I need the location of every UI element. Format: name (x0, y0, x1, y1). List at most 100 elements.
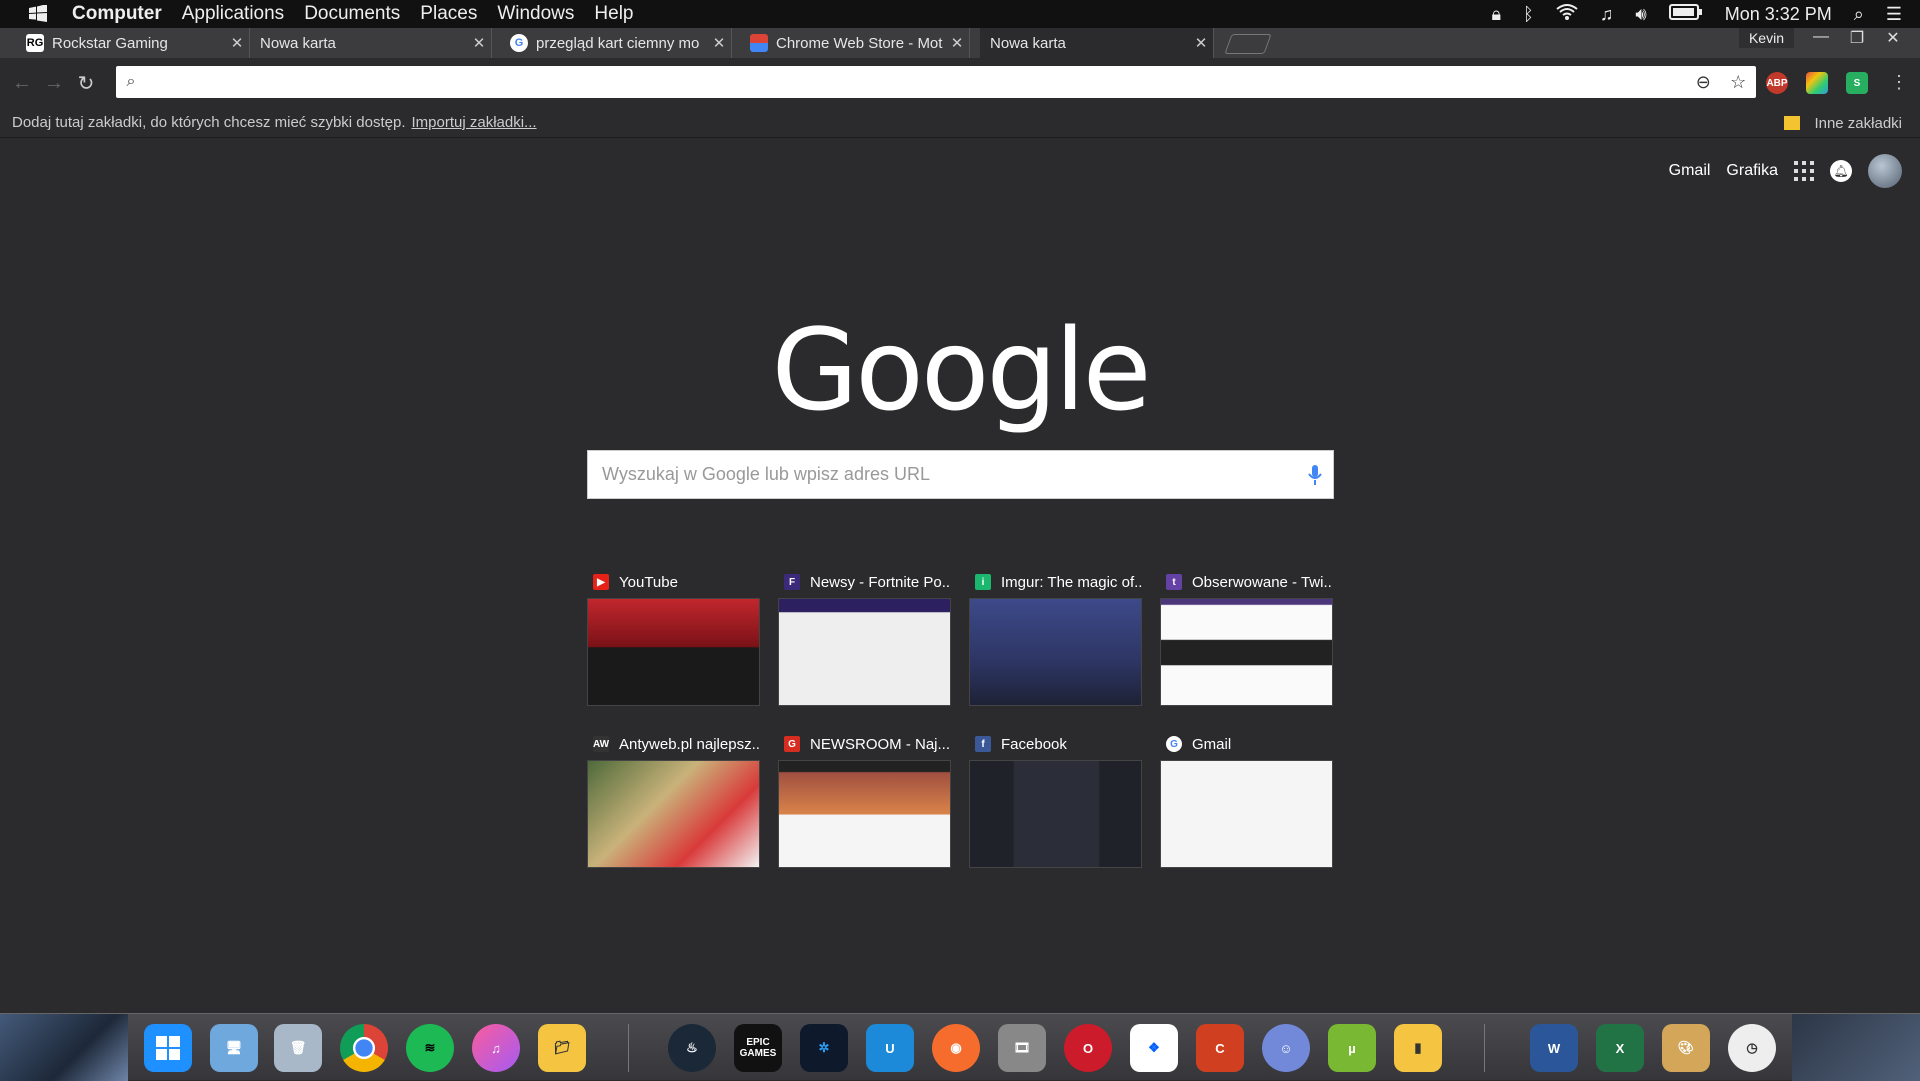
volume-icon[interactable]: 🔊︎ (1635, 4, 1646, 25)
reload-icon[interactable]: ↻ (70, 71, 102, 96)
forward-arrow-icon[interactable]: → (38, 72, 70, 95)
tab-rockstar-gaming[interactable]: RG Rockstar Gaming ✕ (16, 28, 250, 58)
new-tab-button[interactable] (1224, 34, 1272, 54)
tile-title: Newsy - Fortnite Po... (810, 573, 951, 591)
stylus-extension-icon[interactable]: S (1846, 72, 1868, 94)
paint-icon[interactable]: 🎨︎ (1662, 1024, 1710, 1072)
origin-icon[interactable]: ◉ (932, 1024, 980, 1072)
chrome-web-store-favicon-icon (750, 34, 768, 52)
ccleaner-icon[interactable]: C (1196, 1024, 1244, 1072)
tile-thumbnail (778, 760, 951, 868)
steam-icon[interactable]: ♨ (668, 1024, 716, 1072)
notifications-bell-icon[interactable]: 🔔︎ (1830, 160, 1852, 182)
most-visited-tile-antyweb[interactable]: AW Antyweb.pl najlepsz... (587, 728, 760, 868)
battle-net-icon[interactable]: ✲ (800, 1024, 848, 1072)
other-bookmarks-label: Inne zakładki (1814, 114, 1902, 132)
search-icon: ⌕ (126, 73, 136, 90)
folder-icon (1784, 116, 1801, 130)
wifi-icon[interactable] (1556, 3, 1578, 25)
address-input[interactable] (146, 68, 1686, 96)
dropbox-icon[interactable]: ❖ (1130, 1024, 1178, 1072)
opera-icon[interactable]: O (1064, 1024, 1112, 1072)
close-window-icon[interactable]: ✕ (1878, 28, 1908, 48)
epic-games-icon[interactable]: EPIC GAMES (734, 1024, 782, 1072)
music-icon[interactable]: ♫ (1600, 4, 1614, 25)
images-link[interactable]: Grafika (1726, 162, 1778, 180)
file-explorer-icon[interactable]: 📁︎ (538, 1024, 586, 1072)
spotlight-search-icon[interactable]: ⌕ (1854, 4, 1864, 25)
tile-title: Obserwowane - Twi... (1192, 573, 1333, 591)
tile-thumbnail (587, 760, 760, 868)
clock-app-icon[interactable]: ◷ (1728, 1024, 1776, 1072)
tab-google-search[interactable]: G przegląd kart ciemny mo ✕ (500, 28, 732, 58)
imgur-icon: i (975, 574, 991, 590)
most-visited-tile-gmail[interactable]: G Gmail (1160, 728, 1333, 868)
bookmark-star-icon[interactable]: ☆ (1730, 72, 1746, 93)
notification-list-icon[interactable]: ☰ (1886, 4, 1902, 25)
menu-windows[interactable]: Windows (497, 3, 574, 25)
chrome-menu-icon[interactable]: ⋮ (1890, 72, 1908, 93)
tab-close-icon[interactable]: ✕ (1189, 34, 1213, 52)
clock-text[interactable]: Mon 3:32 PM (1725, 4, 1832, 25)
bookmarks-hint: Dodaj tutaj zakładki, do których chcesz … (12, 114, 406, 131)
itunes-icon[interactable]: ♫ (472, 1024, 520, 1072)
spotify-icon[interactable]: ≋ (406, 1024, 454, 1072)
system-logo-icon[interactable] (18, 0, 58, 28)
back-arrow-icon[interactable]: ← (6, 72, 38, 95)
new-tab-page: Gmail Grafika 🔔︎ Google ▶ YouTube F Newsy … (0, 138, 1920, 1013)
most-visited-tile-fortnite[interactable]: F Newsy - Fortnite Po... (778, 566, 951, 706)
word-icon[interactable]: W (1530, 1024, 1578, 1072)
gmail-link[interactable]: Gmail (1669, 162, 1711, 180)
google-search-input[interactable] (588, 454, 1297, 495)
adblock-plus-icon[interactable]: ABP (1766, 72, 1788, 94)
system-menubar: Computer Applications Documents Places W… (0, 0, 1920, 28)
fortnite-icon: F (784, 574, 800, 590)
tab-new-tab[interactable]: Nowa karta ✕ (250, 28, 492, 58)
battery-icon[interactable] (1668, 3, 1703, 25)
zoom-icon[interactable]: ⊖ (1696, 72, 1711, 93)
tab-new-tab-active[interactable]: Nowa karta ✕ (980, 28, 1214, 58)
tile-title: Imgur: The magic of... (1001, 573, 1142, 591)
import-bookmarks-link[interactable]: Importuj zakładki... (412, 114, 537, 131)
account-avatar[interactable] (1868, 154, 1902, 188)
lock-icon[interactable]: 🔒︎ (1491, 4, 1501, 25)
excel-icon[interactable]: X (1596, 1024, 1644, 1072)
bookmarks-bar: Dodaj tutaj zakładki, do których chcesz … (0, 108, 1920, 138)
tab-close-icon[interactable]: ✕ (707, 34, 731, 52)
uplay-icon[interactable]: U (866, 1024, 914, 1072)
most-visited-tile-imgur[interactable]: i Imgur: The magic of... (969, 566, 1142, 706)
tab-close-icon[interactable]: ✕ (467, 34, 491, 52)
tab-close-icon[interactable]: ✕ (945, 34, 969, 52)
utorrent-icon[interactable]: µ (1328, 1024, 1376, 1072)
restore-window-icon[interactable]: ❐ (1842, 28, 1872, 48)
bluetooth-icon[interactable]: ᛒ (1523, 4, 1534, 25)
most-visited-tile-twitch[interactable]: t Obserwowane - Twi... (1160, 566, 1333, 706)
google-logo: Google (771, 306, 1152, 436)
menu-documents[interactable]: Documents (304, 3, 400, 25)
tab-close-icon[interactable]: ✕ (225, 34, 249, 52)
tile-title: NEWSROOM - Naj... (810, 735, 951, 753)
most-visited-tile-facebook[interactable]: f Facebook (969, 728, 1142, 868)
color-picker-extension-icon[interactable] (1806, 72, 1828, 94)
minimize-window-icon[interactable]: — (1806, 28, 1836, 48)
menu-places[interactable]: Places (420, 3, 477, 25)
browser-tab-strip: RG Rockstar Gaming ✕ Nowa karta ✕ G prze… (0, 28, 1920, 58)
most-visited-tile-youtube[interactable]: ▶ YouTube (587, 566, 760, 706)
sticky-notes-icon[interactable]: ▮ (1394, 1024, 1442, 1072)
microphone-icon[interactable] (1297, 464, 1333, 486)
profile-name-chip[interactable]: Kevin (1738, 28, 1794, 48)
google-apps-icon[interactable] (1794, 161, 1814, 181)
menu-computer[interactable]: Computer (72, 3, 162, 25)
most-visited-tile-newsroom[interactable]: G NEWSROOM - Naj... (778, 728, 951, 868)
discord-icon[interactable]: ☺ (1262, 1024, 1310, 1072)
computer-icon[interactable]: 🖥︎ (210, 1024, 258, 1072)
tile-thumbnail (778, 598, 951, 706)
other-bookmarks[interactable]: Inne zakładki (1784, 108, 1902, 138)
media-encoder-icon[interactable]: 🎞︎ (998, 1024, 1046, 1072)
menu-help[interactable]: Help (594, 3, 633, 25)
tab-chrome-web-store[interactable]: Chrome Web Store - Mot ✕ (740, 28, 970, 58)
chrome-icon[interactable] (340, 1024, 388, 1072)
recycle-bin-icon[interactable]: 🗑︎ (274, 1024, 322, 1072)
menu-applications[interactable]: Applications (182, 3, 284, 25)
windows-start-icon[interactable] (144, 1024, 192, 1072)
